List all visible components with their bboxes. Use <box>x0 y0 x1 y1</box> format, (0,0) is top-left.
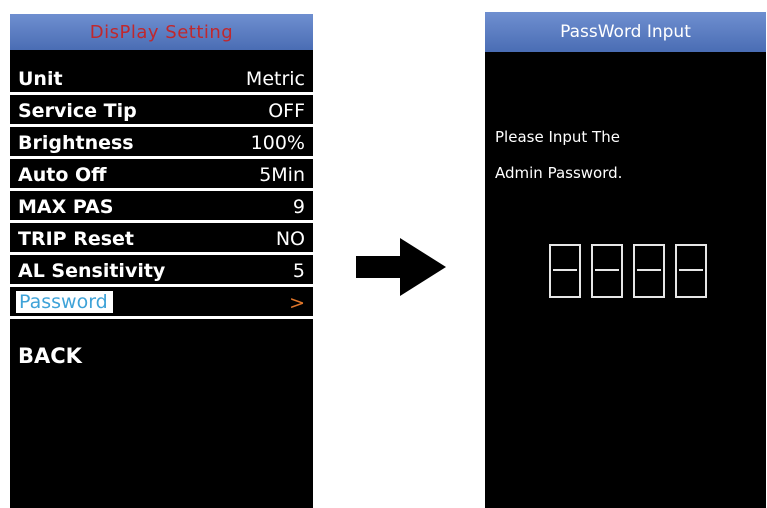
password-digit-1[interactable] <box>549 244 581 298</box>
menu-row-label: MAX PAS <box>18 196 114 218</box>
menu-row-label: Service Tip <box>18 100 137 122</box>
arrow-right-icon <box>356 238 446 296</box>
menu-row-label: TRIP Reset <box>18 228 134 250</box>
menu-row-trip-reset[interactable]: TRIP Reset NO <box>10 223 313 255</box>
menu-row-al-sensitivity[interactable]: AL Sensitivity 5 <box>10 255 313 287</box>
menu-row-max-pas[interactable]: MAX PAS 9 <box>10 191 313 223</box>
menu-row-label: Password <box>16 291 113 313</box>
password-digit-group[interactable] <box>549 244 707 298</box>
menu-row-service-tip[interactable]: Service Tip OFF <box>10 95 313 127</box>
display-setting-title-bar: DisPlay Setting <box>10 14 313 50</box>
settings-menu: Unit Metric Service Tip OFF Brightness 1… <box>10 63 313 319</box>
menu-row-password[interactable]: Password > <box>10 287 313 319</box>
menu-row-value: NO <box>275 228 305 250</box>
menu-row-value: 5Min <box>259 164 305 186</box>
menu-row-value: 9 <box>292 196 305 218</box>
password-input-screen: PassWord Input Please Input The Admin Pa… <box>485 12 766 508</box>
password-prompt-line-1: Please Input The <box>495 128 620 146</box>
password-input-title-bar: PassWord Input <box>485 12 766 52</box>
back-button[interactable]: BACK <box>18 344 82 368</box>
menu-row-auto-off[interactable]: Auto Off 5Min <box>10 159 313 191</box>
menu-row-value: OFF <box>268 100 305 122</box>
menu-row-label: Auto Off <box>18 164 107 186</box>
menu-row-value: 100% <box>250 132 305 154</box>
display-setting-screen: DisPlay Setting Unit Metric Service Tip … <box>10 14 313 508</box>
menu-row-value: Metric <box>245 68 305 90</box>
password-prompt-line-2: Admin Password. <box>495 164 623 182</box>
password-digit-3[interactable] <box>633 244 665 298</box>
menu-row-unit[interactable]: Unit Metric <box>10 63 313 95</box>
menu-row-value: 5 <box>292 260 305 282</box>
menu-row-brightness[interactable]: Brightness 100% <box>10 127 313 159</box>
menu-row-label: Brightness <box>18 132 134 154</box>
display-setting-title: DisPlay Setting <box>89 21 234 43</box>
password-input-title: PassWord Input <box>560 22 691 42</box>
password-digit-4[interactable] <box>675 244 707 298</box>
menu-row-label: AL Sensitivity <box>18 260 166 282</box>
password-digit-2[interactable] <box>591 244 623 298</box>
chevron-right-icon: > <box>289 292 305 314</box>
menu-row-label: Unit <box>18 68 63 90</box>
